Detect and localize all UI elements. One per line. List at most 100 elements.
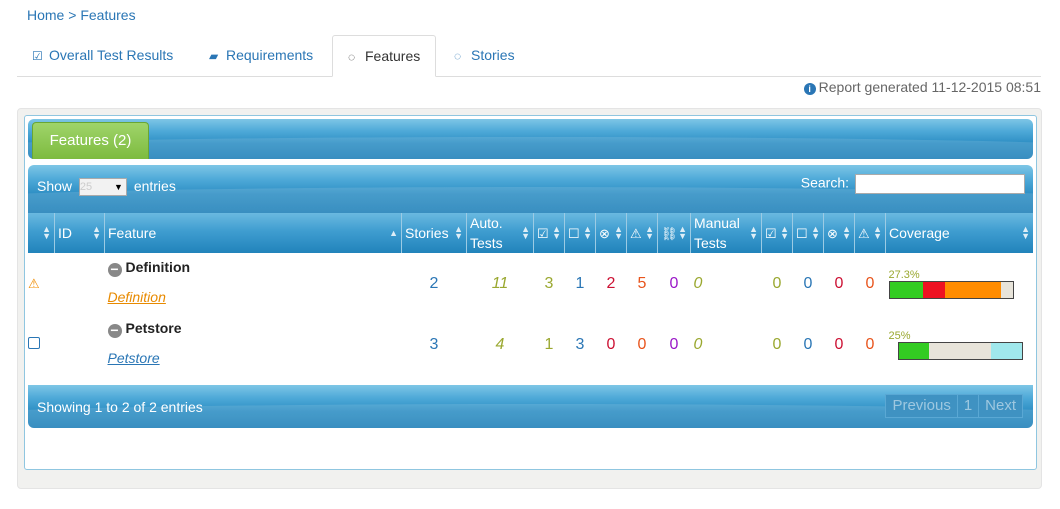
table-row: − Petstore Petstore 3 4 1 3 0 0 0 0 0 0 0…	[28, 314, 1033, 375]
auto-compromised-count: 0	[669, 335, 679, 353]
col-manual-error[interactable]: ⚠ ▲ ▼	[854, 213, 886, 253]
coverage-cell: 27.3%	[886, 253, 1034, 314]
sort-icon: ▲ ▼	[678, 224, 687, 241]
tab-overall-test-results[interactable]: ☑ Overall Test Results	[17, 35, 188, 75]
square-icon: ☐	[568, 225, 580, 241]
col-manual-tests[interactable]: Manual Tests ▲ ▼	[690, 213, 762, 253]
times-circle-icon: ⊗	[827, 225, 838, 241]
col-manual-passing[interactable]: ☑ ▲ ▼	[761, 213, 793, 253]
feature-name: Petstore	[125, 320, 182, 336]
coverage-segment	[923, 281, 946, 298]
previous-button[interactable]: Previous	[885, 394, 958, 418]
coverage-segment	[929, 342, 991, 359]
auto-error-count: 5	[637, 274, 647, 292]
manual-passing-count: 0	[772, 335, 782, 353]
tab-bar: ☑ Overall Test Results ▰ Requirements ◌ Fea…	[17, 35, 1041, 77]
tab-stories[interactable]: ◌ Stories	[439, 35, 530, 75]
sort-icon: ▲ ▼	[454, 224, 463, 241]
col-auto-pending[interactable]: ☐ ▲ ▼	[564, 213, 596, 253]
col-manual-failing[interactable]: ⊗ ▲ ▼	[823, 213, 855, 253]
times-circle-icon: ⊗	[599, 225, 610, 241]
sort-icon: ▲ ▼	[842, 224, 851, 241]
sort-icon: ▲ ▼	[92, 224, 101, 241]
coverage-percent: 27.3%	[888, 268, 920, 281]
col-manual-pending[interactable]: ☐ ▲ ▼	[792, 213, 824, 253]
auto-tests-count: 11	[491, 274, 509, 292]
col-id[interactable]: ID ▲ ▼	[54, 213, 105, 253]
feature-link[interactable]: Definition	[108, 289, 399, 305]
coverage-percent: 25%	[888, 329, 911, 342]
col-coverage[interactable]: Coverage ▲ ▼	[885, 213, 1033, 253]
page-size-control: Show 25 ▼ entries	[37, 178, 176, 197]
search-input[interactable]	[855, 174, 1025, 194]
breadcrumb-separator: >	[68, 7, 77, 23]
manual-pending-count: 0	[803, 274, 813, 292]
col-auto-error[interactable]: ⚠ ▲ ▼	[626, 213, 658, 253]
manual-error-count: 0	[865, 335, 875, 353]
table-footer: Showing 1 to 2 of 2 entries Previous 1 Nex…	[28, 385, 1033, 428]
check-square-icon: ☑	[537, 225, 549, 241]
pagination: Previous 1 Next	[885, 394, 1023, 418]
sort-icon: ▲ ▼	[521, 224, 530, 241]
sort-icon: ▲ ▼	[780, 224, 789, 241]
warning-icon: ⚠	[630, 225, 642, 241]
minus-circle-icon[interactable]: −	[107, 323, 122, 338]
minus-circle-icon[interactable]: −	[107, 262, 122, 277]
col-status[interactable]: ▲ ▼	[28, 213, 55, 253]
book-icon: ▰	[209, 49, 219, 63]
comments-icon: ◌	[348, 50, 356, 64]
auto-pending-count: 3	[575, 335, 585, 353]
auto-tests-count: 4	[495, 335, 505, 353]
page-size-select[interactable]: 25 ▼	[78, 178, 127, 197]
col-stories[interactable]: Stories ▲ ▼	[401, 213, 467, 253]
col-auto-failing[interactable]: ⊗ ▲ ▼	[595, 213, 627, 253]
col-auto-compromised[interactable]: ⛓ ▲ ▼	[657, 213, 691, 253]
stories-count: 2	[429, 274, 439, 292]
auto-compromised-count: 0	[669, 274, 679, 292]
auto-error-count: 0	[637, 335, 647, 353]
features-count-tab[interactable]: Features (2)	[32, 122, 149, 159]
col-feature[interactable]: Feature ▲	[104, 213, 402, 253]
coverage-bar	[888, 280, 1014, 299]
check-square-icon: ☑	[32, 49, 43, 63]
page-1-button[interactable]: 1	[956, 394, 980, 418]
sort-icon: ▲ ▼	[873, 224, 882, 241]
square-icon: ☐	[796, 225, 808, 241]
manual-failing-count: 0	[834, 335, 844, 353]
sort-icon: ▲ ▼	[811, 224, 820, 241]
coverage-cell: 25%	[886, 314, 1034, 375]
coverage-segment	[945, 281, 1002, 298]
feature-name: Definition	[125, 259, 191, 275]
sort-asc-icon: ▲	[389, 228, 398, 238]
auto-passing-count: 1	[544, 335, 554, 353]
sort-icon: ▲ ▼	[749, 224, 758, 241]
coverage-segment	[990, 342, 1022, 359]
row-status: ⚠	[28, 253, 55, 314]
col-auto-tests[interactable]: Auto. Tests ▲ ▼	[466, 213, 534, 253]
manual-tests-count: 0	[693, 335, 703, 353]
auto-failing-count: 0	[606, 335, 616, 353]
sort-icon: ▲ ▼	[614, 224, 623, 241]
feature-link[interactable]: Petstore	[108, 350, 399, 366]
sort-icon: ▲ ▼	[552, 224, 561, 241]
row-status	[28, 314, 55, 375]
auto-passing-count: 3	[544, 274, 554, 292]
tab-features[interactable]: ◌ Features	[332, 35, 437, 77]
warning-icon: ⚠	[28, 275, 40, 291]
breadcrumb-home[interactable]: Home	[27, 7, 64, 23]
next-button[interactable]: Next	[978, 394, 1023, 418]
col-auto-passing[interactable]: ☑ ▲ ▼	[533, 213, 565, 253]
manual-passing-count: 0	[772, 274, 782, 292]
row-id	[55, 314, 105, 375]
features-table: ▲ ▼ ID ▲ ▼ Feature ▲ Stories ▲ ▼ Auto. Tests ▲ ▼…	[28, 213, 1033, 375]
coverage-segment	[898, 342, 930, 359]
manual-error-count: 0	[865, 274, 875, 292]
square-icon	[28, 336, 40, 349]
content-area: Features (2) Show 25 ▼ entries Search: ▲ ▼…	[17, 108, 1042, 489]
coverage-bar	[897, 341, 1023, 360]
coverage-segment	[889, 281, 924, 298]
table-row: ⚠ − Definition Definition 2 11 3 1 2 5 0 …	[28, 253, 1033, 314]
auto-failing-count: 2	[606, 274, 616, 292]
check-square-icon: ☑	[765, 225, 777, 241]
tab-requirements[interactable]: ▰ Requirements	[194, 35, 328, 75]
